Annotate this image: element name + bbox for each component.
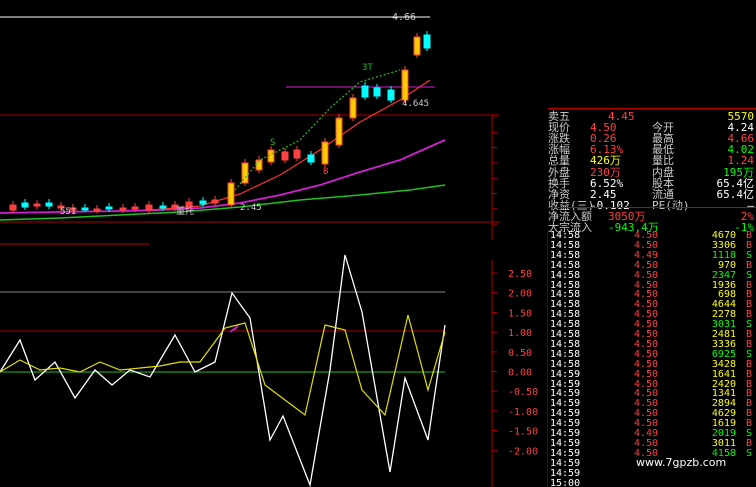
oscillator-axis-tick: 0.50 — [508, 348, 532, 359]
quote-panel: 卖五 4.45 5570 现价 4.50 今开 4.24 涨跌 0.26 最高 4.66 涨幅 6.13… — [548, 108, 756, 232]
watermark: www.7gpzb.com — [636, 456, 727, 469]
oscillator-axis-tick: 1.50 — [508, 308, 532, 319]
candle-body — [401, 69, 409, 101]
candlestick-chart[interactable]: 4.66 4.645 3T S B 551 量托 2.45 3.403.203.… — [0, 0, 500, 250]
candle-body — [423, 34, 431, 49]
candle-body — [321, 141, 329, 165]
oscillator-axis-tick: 2.50 — [508, 269, 532, 280]
price-axis: 3.403.203.002.802.602.402.202.00 — [492, 116, 497, 225]
candles — [9, 31, 431, 213]
oscillator-axis-tick: 0.00 — [508, 368, 532, 379]
annotation-liangtuo: 量托 — [176, 205, 194, 217]
candle-body — [105, 206, 113, 210]
candle-body — [373, 87, 381, 97]
divider — [548, 108, 756, 109]
annotation-245: 2.45 — [240, 203, 262, 213]
tick-row[interactable]: 15:00 — [548, 478, 756, 487]
candle-body — [21, 202, 29, 208]
oscillator-axis-tick: -2.00 — [508, 446, 538, 457]
oscillator-axis-tick: 2.00 — [508, 289, 532, 300]
candle-body — [9, 204, 17, 211]
candle-body — [33, 203, 41, 207]
candle-body — [93, 208, 101, 212]
low-price-label: 4.645 — [402, 99, 429, 109]
candle-body — [119, 207, 127, 211]
candle-body — [159, 205, 167, 209]
candle-body — [211, 199, 219, 204]
annotation-b: B — [323, 167, 328, 177]
oscillator-axis-tick: -1.00 — [508, 407, 538, 418]
annotation-s: S — [270, 138, 275, 148]
candle-body — [131, 206, 139, 210]
candle-body — [145, 204, 153, 211]
candle-body — [413, 36, 421, 56]
candle-body — [335, 117, 343, 146]
candle-body — [81, 207, 89, 211]
high-price-label: 4.66 — [392, 12, 416, 23]
oscillator-chart[interactable]: 2.50 2.00 1.50 1.00 0.50 0.00 -0.50 -1.00 -1.50 -… — [0, 230, 548, 487]
candle-body — [185, 201, 193, 207]
candle-body — [387, 89, 395, 101]
candle-body — [293, 149, 301, 159]
candle-body — [45, 202, 53, 207]
candle-body — [227, 182, 235, 206]
candle-body — [307, 154, 315, 163]
candle-body — [349, 97, 357, 119]
tick-trade-list[interactable]: 14:58 4.50 4670 B 14:58 4.50 3306 B 14:58 4.49 111… — [548, 228, 756, 487]
candle-body — [361, 85, 369, 98]
annotation-551: 551 — [60, 207, 76, 217]
annotation-3t: 3T — [362, 63, 373, 73]
divider — [548, 207, 756, 208]
oscillator-axis-tick: 1.00 — [508, 328, 532, 339]
oscillator-axis: 2.50 2.00 1.50 1.00 0.50 0.00 -0.50 -1.00 -1.50 -… — [492, 269, 538, 457]
candle-body — [199, 200, 207, 205]
stock-terminal-window: 4.66 4.645 3T S B 551 量托 2.45 3.403.203.… — [0, 0, 756, 487]
tick-time: 15:00 — [550, 477, 581, 487]
ma-line-magenta — [0, 139, 446, 214]
candle-body — [281, 151, 289, 161]
oscillator-axis-tick: -1.50 — [508, 427, 538, 438]
oscillator-white — [0, 254, 446, 487]
oscillator-axis-tick: -0.50 — [508, 387, 538, 398]
